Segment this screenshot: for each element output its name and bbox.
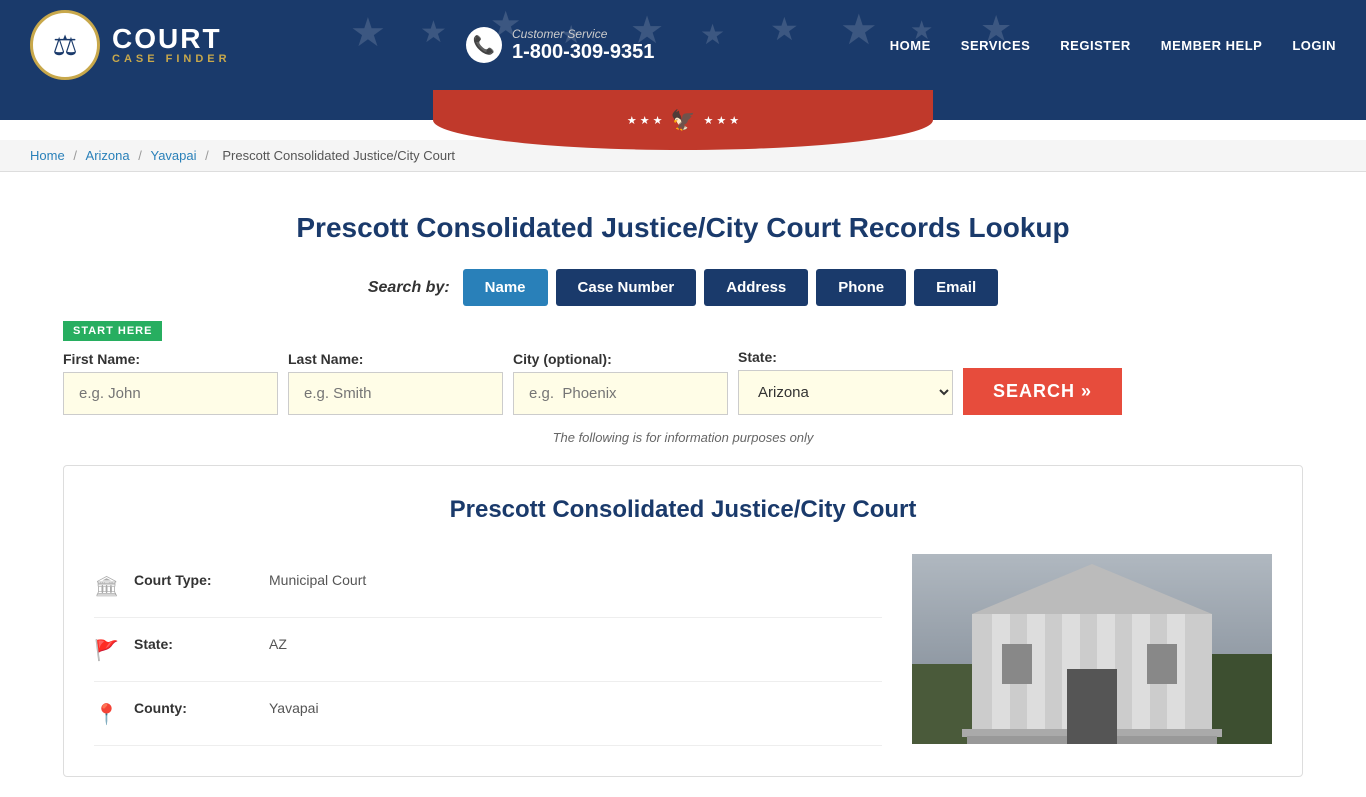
site-header: ★ ★ ★ ★ ★ ★ ★ ★ ★ ★ ⚖ COURT CASE FINDER … <box>0 0 1366 90</box>
state-value: AZ <box>269 636 287 652</box>
eagle-icon: 🦅 <box>671 108 696 133</box>
last-name-label: Last Name: <box>288 351 503 367</box>
tab-email[interactable]: Email <box>914 269 998 306</box>
tab-name[interactable]: Name <box>463 269 548 306</box>
last-name-input[interactable] <box>288 372 503 415</box>
breadcrumb-yavapai[interactable]: Yavapai <box>150 148 196 163</box>
nav-home[interactable]: HOME <box>890 38 931 53</box>
first-name-label: First Name: <box>63 351 278 367</box>
customer-service: 📞 Customer Service 1-800-309-9351 <box>466 27 654 64</box>
logo-text: COURT CASE FINDER <box>112 25 231 65</box>
first-name-group: First Name: <box>63 351 278 415</box>
search-button[interactable]: SEARCH » <box>963 368 1122 415</box>
nav-services[interactable]: SERVICES <box>961 38 1031 53</box>
start-here-badge: START HERE <box>63 321 162 341</box>
city-group: City (optional): <box>513 351 728 415</box>
search-form: First Name: Last Name: City (optional): … <box>63 349 1303 415</box>
court-info-title: Prescott Consolidated Justice/City Court <box>94 496 1272 524</box>
breadcrumb-sep-1: / <box>73 148 80 163</box>
phone-icon: 📞 <box>466 27 502 63</box>
tab-address[interactable]: Address <box>704 269 808 306</box>
search-by-label: Search by: <box>368 279 450 297</box>
court-info-layout: 🏛 Court Type: Municipal Court 🚩 State: A… <box>94 554 1272 746</box>
county-value: Yavapai <box>269 700 319 716</box>
court-type-icon: 🏛 <box>94 574 119 599</box>
court-image-area <box>912 554 1272 746</box>
logo-icon: ⚖ <box>30 10 100 80</box>
page-title: Prescott Consolidated Justice/City Court… <box>63 212 1303 244</box>
state-select[interactable]: AlabamaAlaskaArizonaArkansasCaliforniaCo… <box>738 370 953 415</box>
state-icon: 🚩 <box>94 638 119 663</box>
main-navigation: HOME SERVICES REGISTER MEMBER HELP LOGIN <box>890 38 1336 53</box>
logo-court-label: COURT <box>112 25 231 53</box>
tab-phone[interactable]: Phone <box>816 269 906 306</box>
first-name-input[interactable] <box>63 372 278 415</box>
banner-arch: ★ ★ ★ 🦅 ★ ★ ★ <box>433 90 933 150</box>
state-row: 🚩 State: AZ <box>94 618 882 682</box>
breadcrumb-sep-2: / <box>138 148 145 163</box>
nav-register[interactable]: REGISTER <box>1060 38 1130 53</box>
banner-arch-wrapper: ★ ★ ★ 🦅 ★ ★ ★ <box>0 90 1366 120</box>
logo-case-finder-label: CASE FINDER <box>112 53 231 65</box>
breadcrumb-sep-3: / <box>205 148 212 163</box>
county-icon: 📍 <box>94 702 119 727</box>
logo-area: ⚖ COURT CASE FINDER <box>30 10 231 80</box>
search-by-row: Search by: Name Case Number Address Phon… <box>63 269 1303 306</box>
main-content: Prescott Consolidated Justice/City Court… <box>33 172 1333 797</box>
breadcrumb-arizona[interactable]: Arizona <box>86 148 130 163</box>
court-info-box: Prescott Consolidated Justice/City Court… <box>63 465 1303 777</box>
breadcrumb-home[interactable]: Home <box>30 148 65 163</box>
customer-service-text: Customer Service 1-800-309-9351 <box>512 27 654 64</box>
state-label-detail: State: <box>134 636 254 652</box>
state-label: State: <box>738 349 953 365</box>
county-row: 📍 County: Yavapai <box>94 682 882 746</box>
info-note: The following is for information purpose… <box>63 430 1303 445</box>
city-label: City (optional): <box>513 351 728 367</box>
customer-service-label: Customer Service <box>512 27 654 41</box>
county-label: County: <box>134 700 254 716</box>
nav-login[interactable]: LOGIN <box>1292 38 1336 53</box>
nav-member-help[interactable]: MEMBER HELP <box>1161 38 1263 53</box>
customer-service-phone: 1-800-309-9351 <box>512 41 654 64</box>
court-image <box>912 554 1272 744</box>
court-type-value: Municipal Court <box>269 572 366 588</box>
state-group: State: AlabamaAlaskaArizonaArkansasCalif… <box>738 349 953 415</box>
city-input[interactable] <box>513 372 728 415</box>
breadcrumb-current: Prescott Consolidated Justice/City Court <box>222 148 455 163</box>
court-type-row: 🏛 Court Type: Municipal Court <box>94 554 882 618</box>
court-type-label: Court Type: <box>134 572 254 588</box>
court-details: 🏛 Court Type: Municipal Court 🚩 State: A… <box>94 554 882 746</box>
tab-case-number[interactable]: Case Number <box>556 269 697 306</box>
last-name-group: Last Name: <box>288 351 503 415</box>
